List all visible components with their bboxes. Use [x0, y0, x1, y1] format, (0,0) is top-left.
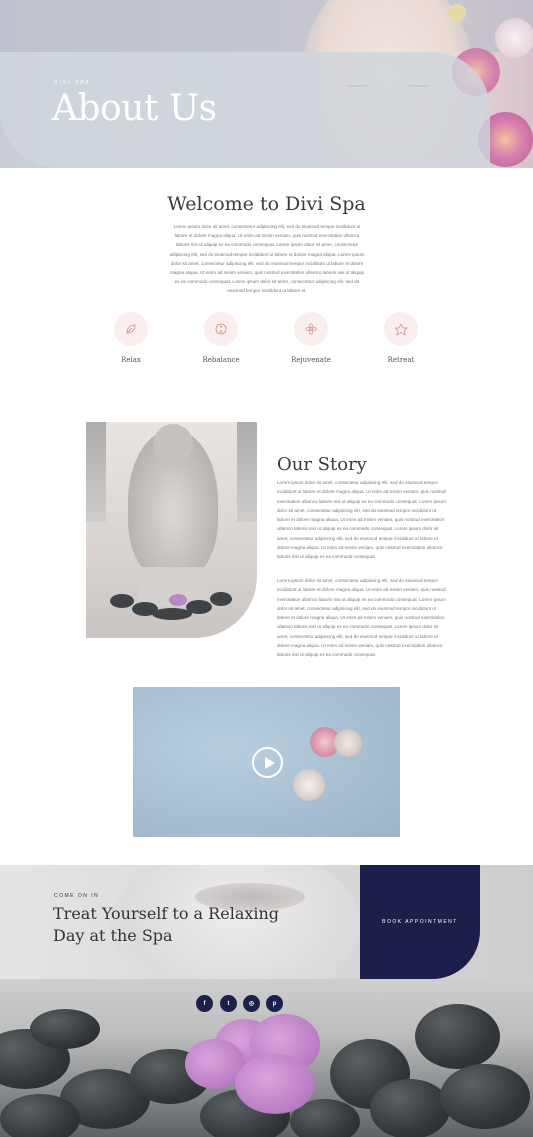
twitter-icon[interactable]: t	[220, 995, 237, 1012]
balance-icon	[204, 312, 238, 346]
flower-icon	[294, 312, 328, 346]
cta-heading: Treat Yourself to a Relaxing Day at the …	[53, 904, 280, 945]
feature-rebalance: Rebalance	[176, 312, 266, 364]
book-appointment-button[interactable]: BOOK APPOINTMENT	[360, 865, 480, 979]
hero-banner: DIVI SPA About Us	[0, 0, 533, 168]
leaf-icon	[114, 312, 148, 346]
sea-urchin-white	[334, 729, 362, 757]
feature-list: Relax Rebalance Rejuvenate Retreat	[86, 312, 446, 372]
hero-flower	[495, 18, 533, 58]
welcome-paragraph: Lorem ipsum dolor sit amet, consectetur …	[169, 224, 365, 294]
sea-urchin-white	[293, 769, 325, 801]
feature-retreat: Retreat	[356, 312, 446, 364]
feature-relax: Relax	[86, 312, 176, 364]
story-paragraph: Lorem ipsum dolor sit amet, consectetur …	[277, 480, 446, 560]
story-heading: Our Story	[277, 454, 367, 475]
hero-flower	[448, 4, 466, 22]
rock	[415, 1004, 500, 1069]
pinterest-icon[interactable]: p	[266, 995, 283, 1012]
feature-rejuvenate: Rejuvenate	[266, 312, 356, 364]
cta-eyebrow: COME ON IN	[54, 893, 100, 899]
rock	[440, 1064, 530, 1129]
feature-label: Retreat	[387, 356, 415, 364]
lotus-flower	[169, 594, 187, 606]
buddha-image	[86, 422, 257, 638]
stone	[152, 608, 192, 620]
rock	[370, 1079, 450, 1137]
lotus-icon	[384, 312, 418, 346]
rock	[0, 1094, 80, 1137]
story-paragraph: Lorem ipsum dolor sit amet, consectetur …	[277, 578, 446, 658]
feature-label: Rejuvenate	[291, 356, 331, 364]
feature-label: Relax	[121, 356, 141, 364]
play-icon[interactable]	[252, 747, 283, 778]
facebook-icon[interactable]: f	[196, 995, 213, 1012]
stone	[210, 592, 232, 606]
hero-eyebrow: DIVI SPA	[54, 80, 91, 86]
welcome-heading: Welcome to Divi Spa	[167, 193, 366, 215]
page-title: About Us	[52, 88, 217, 129]
buddha-ushnisha	[153, 424, 193, 464]
rock	[30, 1009, 100, 1049]
stone	[110, 594, 134, 608]
feature-label: Rebalance	[202, 356, 240, 364]
book-appointment-label: BOOK APPOINTMENT	[382, 919, 458, 925]
lantern-right	[237, 422, 257, 522]
lantern-left	[86, 422, 106, 522]
flower-petal	[235, 1054, 315, 1114]
instagram-icon[interactable]: ◎	[243, 995, 260, 1012]
